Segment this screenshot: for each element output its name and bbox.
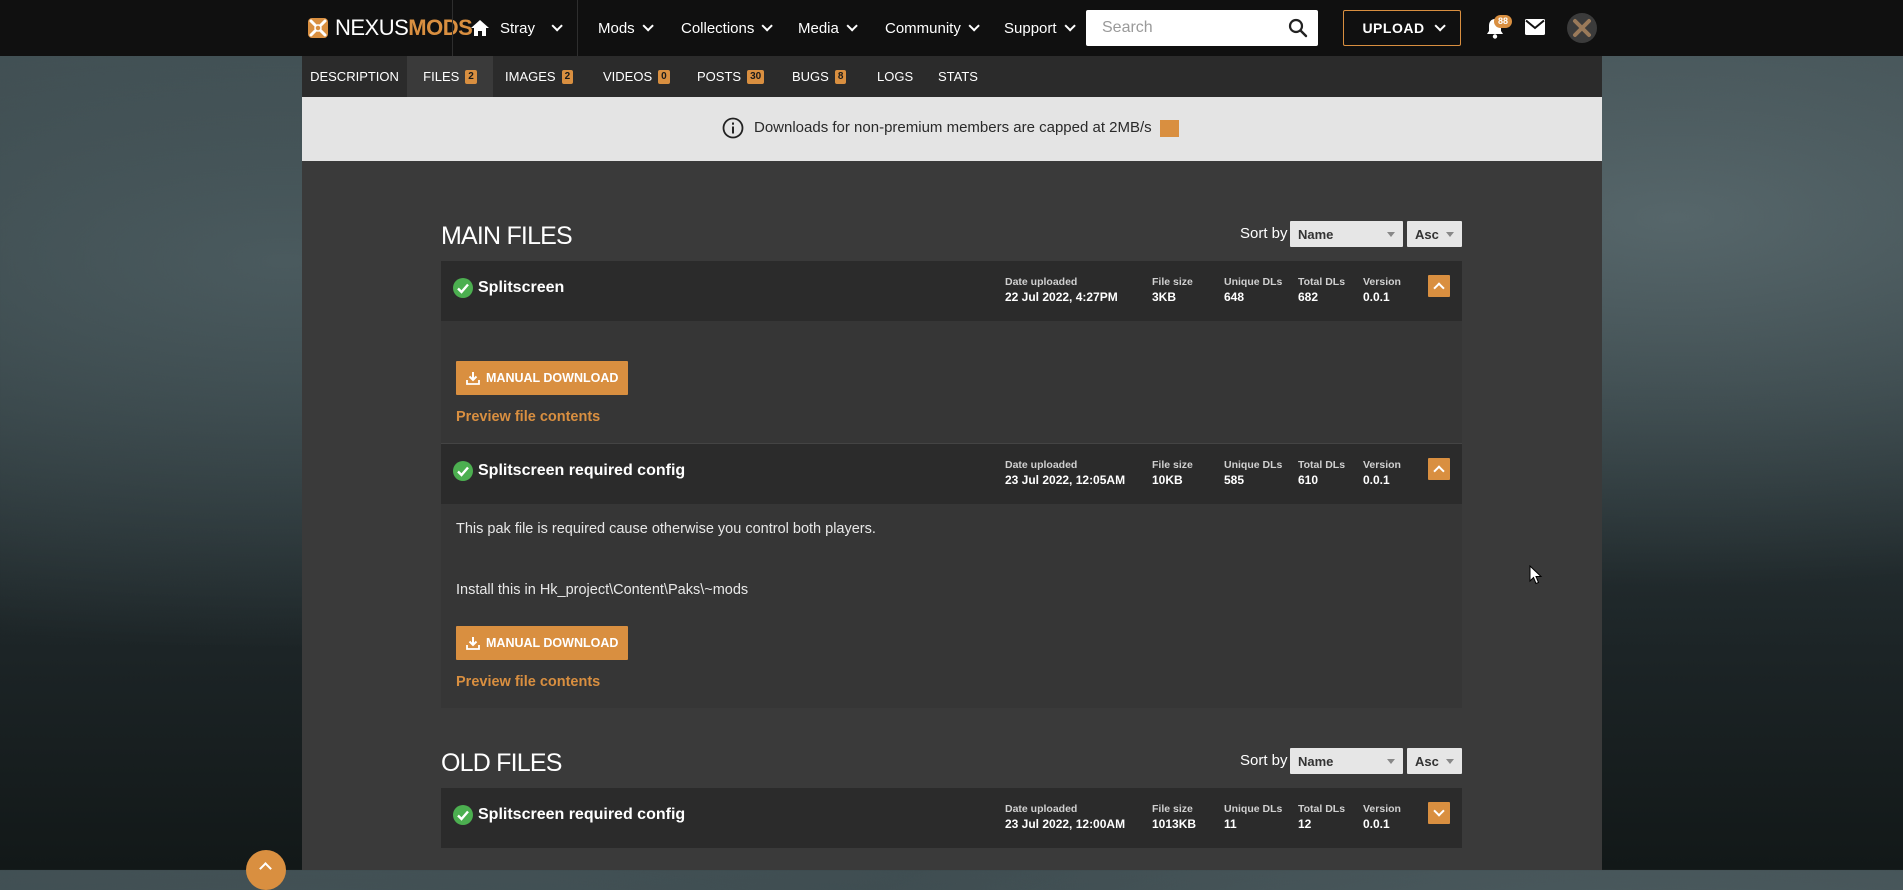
file-date-uploaded: Date uploaded 23 Jul 2022, 12:05AM xyxy=(1005,459,1126,487)
file-description: This pak file is required cause otherwis… xyxy=(456,521,876,537)
chevron-down-icon xyxy=(551,20,563,32)
tab-stats[interactable]: STATS xyxy=(938,56,978,97)
dropdown-arrow-icon xyxy=(1446,232,1454,237)
file-size: File size 1013KB xyxy=(1152,803,1197,831)
home-icon xyxy=(471,20,489,36)
upload-button[interactable]: UPLOAD xyxy=(1343,10,1461,46)
notice-text: Downloads for non-premium members are ca… xyxy=(754,119,1152,136)
search-box xyxy=(1086,10,1318,46)
game-name: Stray xyxy=(500,19,536,37)
tab-count: 2 xyxy=(465,69,477,84)
premium-upgrade-button[interactable] xyxy=(1160,120,1179,137)
file-size: File size 10KB xyxy=(1152,459,1193,487)
old-files-title: OLD FILES xyxy=(441,749,562,777)
check-circle-icon xyxy=(453,278,473,298)
file-unique-dls: Unique DLs 585 xyxy=(1224,459,1283,487)
file-version: Version 0.0.1 xyxy=(1363,803,1401,831)
collapse-toggle-button[interactable] xyxy=(1428,458,1450,480)
chevron-down-icon xyxy=(1433,805,1445,817)
manual-download-button[interactable]: MANUAL DOWNLOAD xyxy=(456,361,629,395)
nav-support[interactable]: Support xyxy=(1004,0,1076,56)
nav-collections[interactable]: Collections xyxy=(681,0,774,56)
collapse-toggle-button[interactable] xyxy=(1428,275,1450,297)
top-navbar: NEXUSMODS Stray Mods Collections Media C… xyxy=(0,0,1903,56)
dropdown-arrow-icon xyxy=(1387,759,1395,764)
file-total-dls: Total DLs 682 xyxy=(1298,276,1346,304)
file-description: Install this in Hk_project\Content\Paks\… xyxy=(456,582,749,598)
main-files-title: MAIN FILES xyxy=(441,222,573,250)
user-avatar[interactable] xyxy=(1567,13,1597,43)
notification-badge: 88 xyxy=(1494,15,1512,28)
file-total-dls: Total DLs 12 xyxy=(1298,803,1346,831)
tab-bugs[interactable]: BUGS 8 xyxy=(792,56,847,97)
file-version: Version 0.0.1 xyxy=(1363,276,1401,304)
preview-file-contents-link[interactable]: Preview file contents xyxy=(456,674,600,690)
sort-label: Sort by xyxy=(1240,225,1288,242)
chevron-up-icon xyxy=(259,862,272,875)
search-input[interactable] xyxy=(1086,10,1292,46)
chevron-down-icon xyxy=(1434,20,1446,32)
nav-mods[interactable]: Mods xyxy=(598,0,654,56)
chevron-down-icon xyxy=(1064,20,1076,32)
mail-icon[interactable] xyxy=(1524,18,1546,36)
check-circle-icon xyxy=(453,461,473,481)
tab-count: 0 xyxy=(658,69,670,84)
chevron-down-icon xyxy=(968,20,980,32)
file-size: File size 3KB xyxy=(1152,276,1193,304)
nexus-logo-icon xyxy=(308,18,328,38)
tab-files[interactable]: FILES 2 xyxy=(407,56,493,97)
chevron-up-icon xyxy=(1433,465,1445,477)
expand-toggle-button[interactable] xyxy=(1428,802,1450,824)
tab-logs[interactable]: LOGS xyxy=(877,56,913,97)
tab-count: 30 xyxy=(747,69,765,84)
file-version: Version 0.0.1 xyxy=(1363,459,1401,487)
sort-order-select[interactable]: Asc xyxy=(1407,221,1462,247)
site-logo[interactable]: NEXUSMODS xyxy=(305,13,473,43)
game-selector[interactable]: Stray xyxy=(470,0,563,56)
nav-community[interactable]: Community xyxy=(885,0,980,56)
manual-download-button[interactable]: MANUAL DOWNLOAD xyxy=(456,626,629,660)
chevron-down-icon xyxy=(761,20,774,32)
dropdown-arrow-icon xyxy=(1446,759,1454,764)
check-circle-icon xyxy=(453,805,473,825)
tab-posts[interactable]: POSTS 30 xyxy=(697,56,765,97)
download-icon xyxy=(466,372,480,385)
dropdown-arrow-icon xyxy=(1387,232,1395,237)
tab-description[interactable]: DESCRIPTION xyxy=(302,56,407,97)
search-icon[interactable] xyxy=(1288,18,1308,38)
file-unique-dls: Unique DLs 11 xyxy=(1224,803,1283,831)
file-name: Splitscreen xyxy=(478,279,565,296)
nav-separator xyxy=(577,0,578,56)
file-name: Splitscreen required config xyxy=(478,462,686,479)
file-total-dls: Total DLs 610 xyxy=(1298,459,1346,487)
avatar-logo-icon xyxy=(1573,19,1591,37)
mouse-cursor-icon xyxy=(1529,565,1543,585)
tab-videos[interactable]: VIDEOS 0 xyxy=(603,56,670,97)
sort-field-select[interactable]: Name xyxy=(1290,748,1403,774)
tab-images[interactable]: IMAGES 2 xyxy=(505,56,574,97)
preview-file-contents-link[interactable]: Preview file contents xyxy=(456,409,600,425)
info-icon xyxy=(722,117,744,139)
file-unique-dls: Unique DLs 648 xyxy=(1224,276,1283,304)
nav-media[interactable]: Media xyxy=(798,0,858,56)
sort-order-select[interactable]: Asc xyxy=(1407,748,1462,774)
chevron-up-icon xyxy=(1433,282,1445,294)
nav-separator xyxy=(452,0,453,56)
tab-count: 8 xyxy=(834,69,847,84)
chevron-down-icon xyxy=(642,20,654,32)
chevron-down-icon xyxy=(846,20,858,32)
file-date-uploaded: Date uploaded 23 Jul 2022, 12:00AM xyxy=(1005,803,1126,831)
sort-label: Sort by xyxy=(1240,752,1288,769)
tab-count: 2 xyxy=(561,69,574,84)
scroll-to-top-button[interactable] xyxy=(246,850,286,890)
download-icon xyxy=(466,637,480,650)
file-name: Splitscreen required config xyxy=(478,806,686,823)
file-date-uploaded: Date uploaded 22 Jul 2022, 4:27PM xyxy=(1005,276,1118,304)
sort-field-select[interactable]: Name xyxy=(1290,221,1403,247)
mod-tabs: DESCRIPTION FILES 2 IMAGES 2 VIDEOS 0 POSTS… xyxy=(302,56,1602,97)
